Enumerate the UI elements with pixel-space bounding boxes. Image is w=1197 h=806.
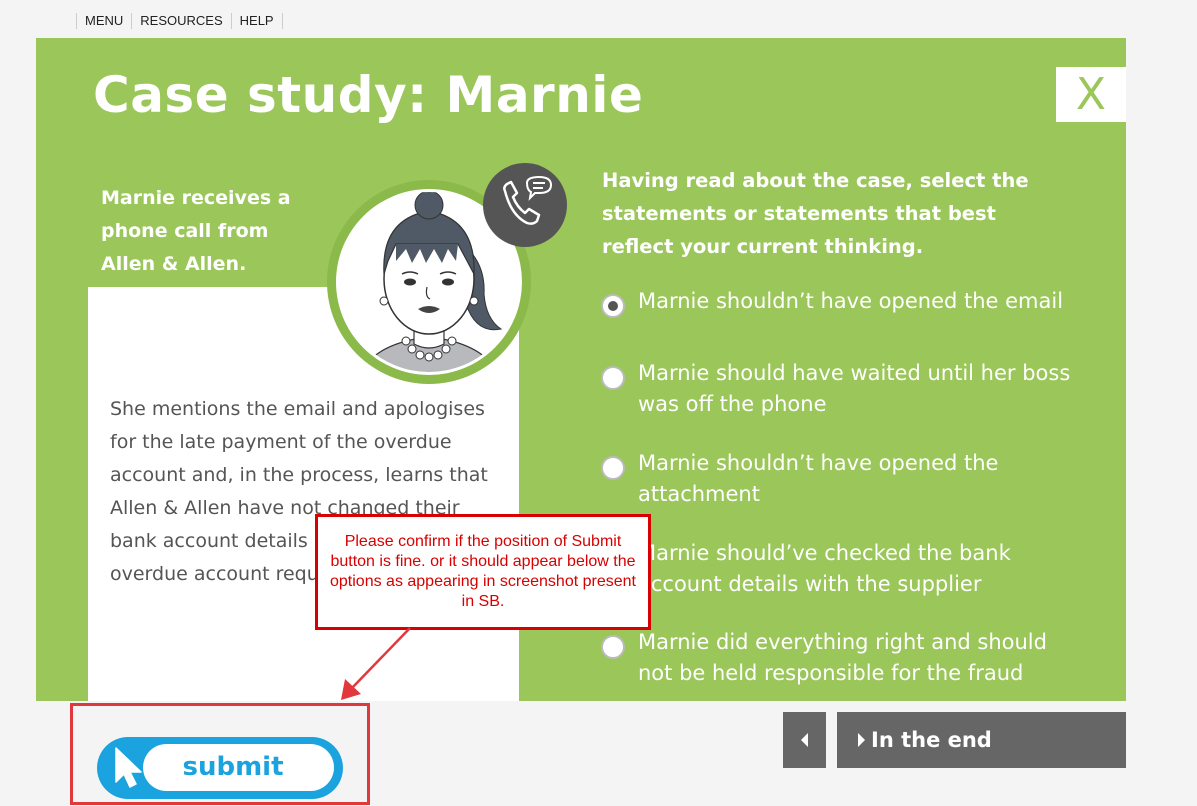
nav-resources[interactable]: RESOURCES — [131, 13, 230, 29]
intro-text: Marnie receives a phone call from Allen … — [101, 187, 291, 275]
close-button[interactable]: X — [1056, 67, 1126, 122]
option-2[interactable]: Marnie should have waited until her boss… — [599, 361, 1070, 426]
radio-button[interactable] — [601, 635, 625, 659]
option-4[interactable]: Marnie should’ve checked the bank accoun… — [599, 541, 1069, 606]
question-prompt: Having read about the case, select the s… — [602, 169, 1029, 258]
next-button[interactable]: In the end — [837, 712, 1126, 768]
option-label: Marnie should have waited until her boss… — [638, 361, 1071, 416]
chevron-right-icon — [858, 733, 865, 747]
option-label: Marnie shouldn’t have opened the attachm… — [638, 451, 999, 506]
option-3[interactable]: Marnie shouldn’t have opened the attachm… — [599, 451, 1069, 516]
close-icon: X — [1075, 69, 1107, 120]
submit-button[interactable]: submit — [97, 737, 343, 799]
back-button[interactable] — [783, 712, 826, 768]
review-callout: Please confirm if the position of Submit… — [315, 514, 651, 630]
nav-help[interactable]: HELP — [230, 13, 283, 29]
submit-label: submit — [182, 752, 284, 782]
cursor-icon — [115, 747, 142, 788]
option-label: Marnie did everything right and should n… — [638, 630, 1047, 685]
chevron-left-icon — [800, 733, 808, 747]
option-label: Marnie shouldn’t have opened the email — [638, 289, 1064, 313]
option-1[interactable]: Marnie shouldn’t have opened the email — [599, 289, 1069, 354]
nav-menu[interactable]: MENU — [76, 13, 131, 29]
radio-button[interactable] — [601, 294, 625, 318]
top-nav: MENU RESOURCES HELP — [76, 12, 283, 30]
radio-button[interactable] — [601, 366, 625, 390]
phone-chat-icon — [483, 163, 567, 247]
radio-button[interactable] — [601, 456, 625, 480]
option-label: Marnie should’ve checked the bank accoun… — [638, 541, 1011, 596]
next-label: In the end — [871, 728, 992, 752]
option-5[interactable]: Marnie did everything right and should n… — [599, 630, 1069, 695]
page-title: Case study: Marnie — [93, 66, 644, 124]
